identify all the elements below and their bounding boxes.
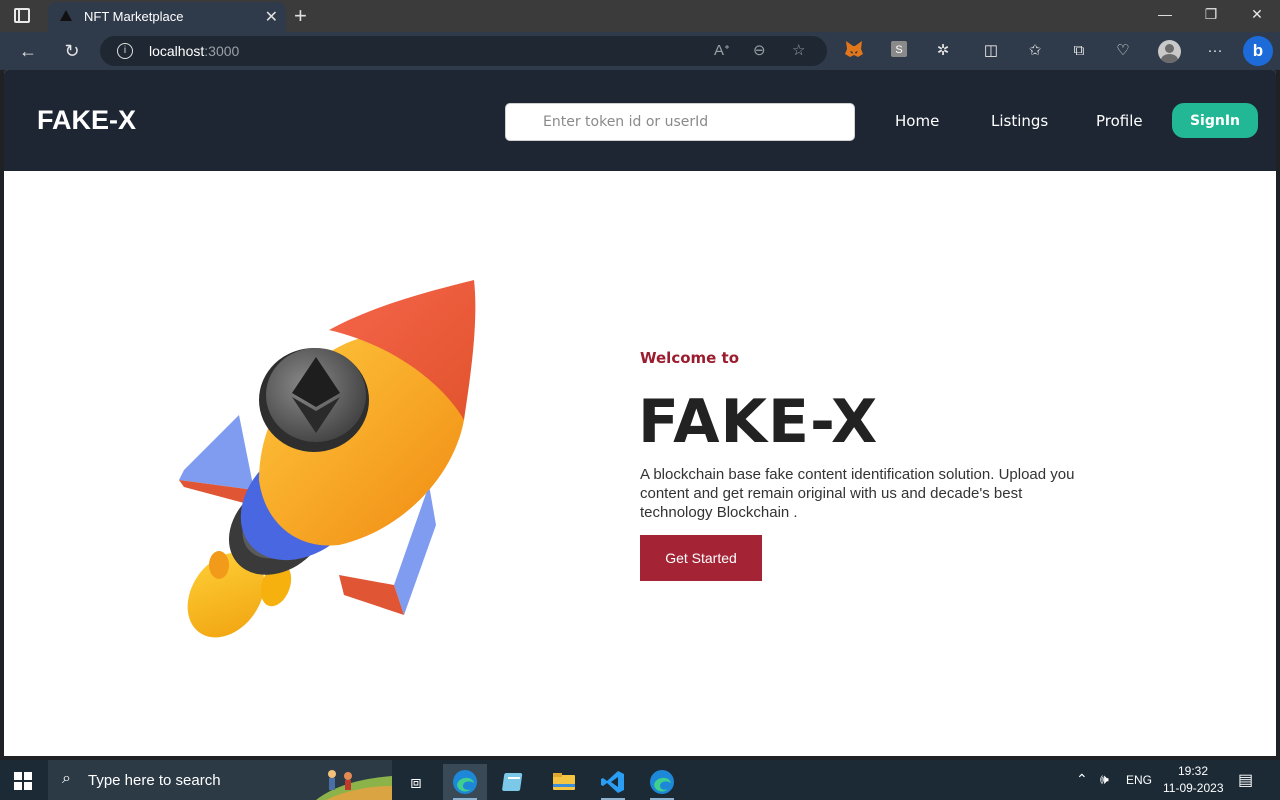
clock-date[interactable]: 11-09-2023 (1163, 781, 1224, 795)
hero-description: A blockchain base fake content identific… (640, 466, 1075, 521)
restore-icon[interactable]: ❐ (1188, 6, 1234, 23)
language-indicator[interactable]: ENG (1126, 773, 1152, 787)
notifications-icon[interactable]: ▤ (1238, 770, 1253, 790)
signin-button[interactable]: SignIn (1172, 103, 1258, 138)
taskbar-search-text: Type here to search (88, 772, 221, 789)
read-aloud-icon[interactable]: Aᐩ (714, 41, 730, 59)
get-started-button[interactable]: Get Started (640, 535, 762, 581)
hero-welcome-label: Welcome to (640, 349, 740, 367)
browser-titlebar: NFT Marketplace ✕ + — ❐ ✕ (0, 0, 1280, 32)
zoom-out-icon[interactable]: ⊖ (753, 41, 766, 59)
split-screen-icon[interactable]: ◫ (980, 40, 1002, 62)
site-info-icon[interactable]: i (117, 43, 133, 59)
tab-close-icon[interactable]: ✕ (265, 7, 278, 27)
nav-home-link[interactable]: Home (895, 112, 939, 130)
url-port: :3000 (204, 43, 240, 59)
new-tab-icon[interactable]: + (294, 3, 307, 29)
search-icon: ⌕ (62, 770, 71, 787)
folder-icon (553, 773, 575, 790)
tab-title: NFT Marketplace (84, 9, 184, 24)
tray-overflow-chevron-icon[interactable]: ⌃ (1076, 771, 1088, 788)
browser-essentials-icon[interactable]: ♡ (1112, 40, 1134, 62)
tab-actions-icon[interactable] (14, 8, 30, 23)
edge-dev-icon (650, 770, 674, 794)
taskbar-file-explorer-app[interactable] (542, 764, 586, 800)
taskbar-edge-dev-app[interactable] (640, 764, 684, 800)
svg-text:S: S (895, 44, 902, 56)
notepad-icon (502, 773, 523, 791)
close-window-icon[interactable]: ✕ (1234, 6, 1280, 23)
site-navbar: FAKE-X Home Listings Profile SignIn (4, 70, 1276, 171)
collections-icon[interactable]: ⧉ (1068, 40, 1090, 62)
rocket-ethereum-illustration (179, 280, 476, 638)
metamask-icon[interactable] (843, 40, 865, 62)
clock-time[interactable]: 19:32 (1178, 764, 1208, 778)
taskbar-search-box[interactable]: ⌕ Type here to search (48, 760, 392, 800)
extensions-puzzle-icon[interactable]: ✲ (932, 40, 954, 62)
taskbar-vscode-app[interactable] (591, 764, 635, 800)
extension-s-icon[interactable]: S (888, 40, 910, 62)
vscode-icon (601, 771, 624, 793)
back-icon[interactable]: ← (14, 38, 42, 64)
nav-listings-link[interactable]: Listings (991, 112, 1048, 130)
token-search-input[interactable] (505, 103, 855, 141)
profile-avatar-icon[interactable] (1158, 40, 1181, 63)
edge-icon (453, 770, 477, 794)
site-brand-logo[interactable]: FAKE-X (37, 105, 136, 136)
volume-icon[interactable]: 🕪 (1100, 771, 1109, 788)
page-viewport: FAKE-X Home Listings Profile SignIn (4, 70, 1276, 756)
address-url[interactable]: localhost:3000 (149, 43, 239, 59)
favorites-icon[interactable]: ✩ (1024, 40, 1046, 62)
nav-profile-link[interactable]: Profile (1096, 112, 1143, 130)
search-highlight-illustration (316, 770, 392, 800)
windows-start-icon[interactable] (14, 772, 32, 790)
bing-copilot-icon[interactable]: b (1243, 36, 1273, 66)
hero-title: FAKE-X (638, 387, 879, 457)
task-view-icon[interactable]: ⧈ (394, 764, 438, 800)
minimize-icon[interactable]: — (1142, 6, 1188, 22)
taskbar-edge-app[interactable] (443, 764, 487, 800)
more-menu-icon[interactable]: ··· (1204, 40, 1226, 62)
favorite-star-icon[interactable]: ☆ (792, 41, 805, 59)
browser-toolbar: ← ↻ i localhost:3000 Aᐩ ⊖ ☆ S ✲ ◫ ✩ ⧉ ♡ … (0, 32, 1280, 70)
windows-taskbar: ⌕ Type here to search ⧈ ⌃ 🕪 ENG 19:32 11… (0, 760, 1280, 800)
tab-favicon-icon (60, 10, 72, 21)
address-bar[interactable]: i localhost:3000 Aᐩ ⊖ ☆ (100, 36, 827, 66)
url-host: localhost (149, 43, 205, 59)
refresh-icon[interactable]: ↻ (58, 38, 86, 64)
taskbar-notepad-app[interactable] (492, 764, 536, 800)
browser-tab[interactable]: NFT Marketplace ✕ (48, 2, 286, 32)
